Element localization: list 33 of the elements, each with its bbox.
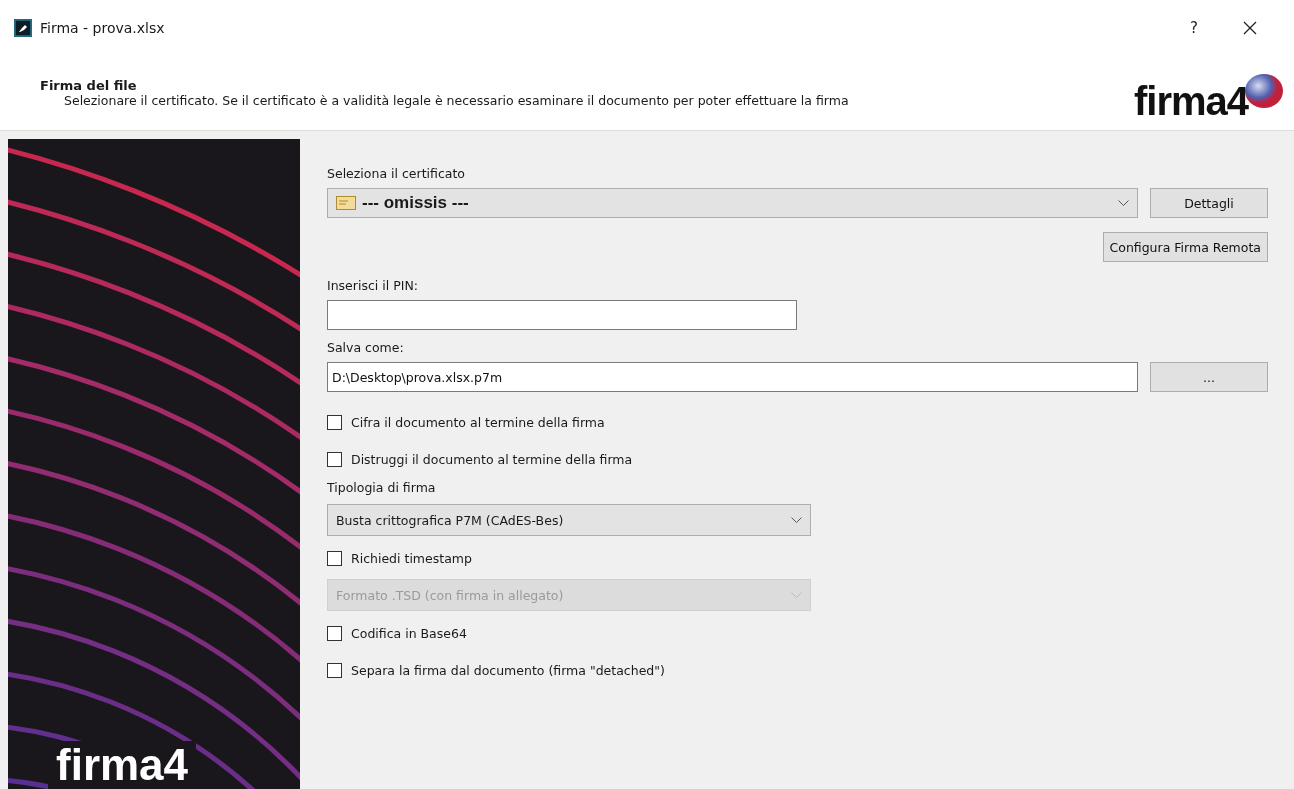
certificate-icon: [336, 196, 356, 210]
dropdown[interactable]: Busta crittografica P7M (CAdES-Bes): [327, 504, 811, 536]
logo-text: firma4: [48, 741, 197, 789]
checkbox-option[interactable]: Separa la firma dal documento (firma "detached"): [327, 652, 1268, 689]
section-title: Firma del file: [40, 78, 138, 93]
logo-text: firma4: [1134, 81, 1249, 121]
browse-button[interactable]: ...: [1150, 362, 1268, 392]
checkbox-option[interactable]: Distruggi il documento al termine della firma: [327, 441, 1268, 478]
chevron-down-icon: [791, 516, 802, 524]
remote-signature-button[interactable]: Configura Firma Remota: [1102, 232, 1268, 262]
checkbox[interactable]: [327, 551, 342, 566]
close-icon: [1243, 21, 1257, 35]
certificate-dropdown[interactable]: --- omissis ---: [327, 188, 1138, 218]
field-label: Salva come:: [327, 339, 405, 357]
chevron-down-icon: [791, 591, 802, 599]
field-label: Inserisci il PIN:: [327, 277, 419, 295]
details-button[interactable]: Dettagli: [1150, 188, 1268, 218]
checkbox[interactable]: [327, 452, 342, 467]
help-button[interactable]: ?: [1170, 10, 1218, 46]
file-path-field[interactable]: D:\Desktop\prova.xlsx.p7m: [327, 362, 1138, 392]
section-description: Selezionare il certificato. Se il certificato è a validità legale è necessario esaminare il documento per poter effettuare la firma: [63, 93, 850, 108]
checkbox[interactable]: [327, 663, 342, 678]
pin-field[interactable]: [327, 300, 797, 330]
field-label: Seleziona il certificato: [327, 165, 466, 183]
checkbox-option[interactable]: Codifica in Base64: [327, 615, 1268, 652]
checkbox[interactable]: [327, 415, 342, 430]
pen-icon: [14, 19, 32, 37]
checkbox-option[interactable]: Richiedi timestamp: [327, 540, 1268, 577]
checkbox-option[interactable]: Cifra il documento al termine della firma: [327, 404, 1268, 441]
window-title: Firma - prova.xlsx: [40, 20, 165, 36]
chevron-down-icon: [1118, 199, 1129, 207]
field-label: Tipologia di firma: [327, 479, 437, 497]
checkbox[interactable]: [327, 626, 342, 641]
